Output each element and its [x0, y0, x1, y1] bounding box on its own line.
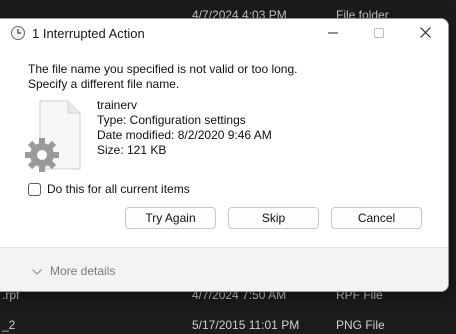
close-button[interactable] [402, 19, 448, 49]
file-details: trainerv Type: Configuration settings Da… [97, 98, 272, 158]
error-message-line: The file name you specified is not valid… [28, 62, 298, 76]
error-message: The file name you specified is not valid… [28, 62, 297, 92]
config-file-icon [24, 99, 84, 175]
minimize-icon [328, 25, 338, 43]
file-date-modified: Date modified: 8/2/2020 9:46 AM [97, 128, 272, 142]
file-name: trainerv [97, 98, 138, 112]
apply-to-all-label[interactable]: Do this for all current items [47, 182, 190, 196]
cancel-button[interactable]: Cancel [331, 207, 422, 229]
background-row-date: 5/17/2015 11:01 PM [192, 318, 300, 332]
background-file-row[interactable]: _2 5/17/2015 11:01 PM PNG File [0, 318, 456, 334]
screen: 4/7/2024 4:03 PM File folder .rpf 4/7/20… [0, 0, 456, 334]
file-size: Size: 121 KB [97, 143, 167, 157]
apply-to-all-checkbox[interactable] [28, 182, 41, 196]
chevron-down-icon [32, 264, 42, 278]
dialog-titlebar[interactable]: 1 Interrupted Action [0, 19, 448, 49]
minimize-button[interactable] [310, 19, 356, 49]
more-details-toggle[interactable]: More details [32, 264, 115, 278]
maximize-icon [374, 25, 384, 43]
maximize-button [356, 19, 402, 49]
background-row-name: _2 [2, 318, 16, 332]
interrupted-action-dialog: 1 Interrupted Action The file name you s… [0, 18, 449, 292]
try-again-button[interactable]: Try Again [125, 207, 216, 229]
dialog-title: 1 Interrupted Action [32, 26, 145, 41]
file-type: Type: Configuration settings [97, 113, 246, 127]
apply-to-all-checkbox-row[interactable]: Do this for all current items [28, 181, 190, 197]
skip-button[interactable]: Skip [228, 207, 319, 229]
error-message-line: Specify a different file name. [28, 77, 180, 91]
close-icon [419, 25, 431, 43]
background-row-type: PNG File [336, 318, 385, 332]
dialog-footer: More details [0, 247, 448, 291]
copy-progress-icon [10, 25, 26, 41]
more-details-label: More details [50, 264, 116, 278]
